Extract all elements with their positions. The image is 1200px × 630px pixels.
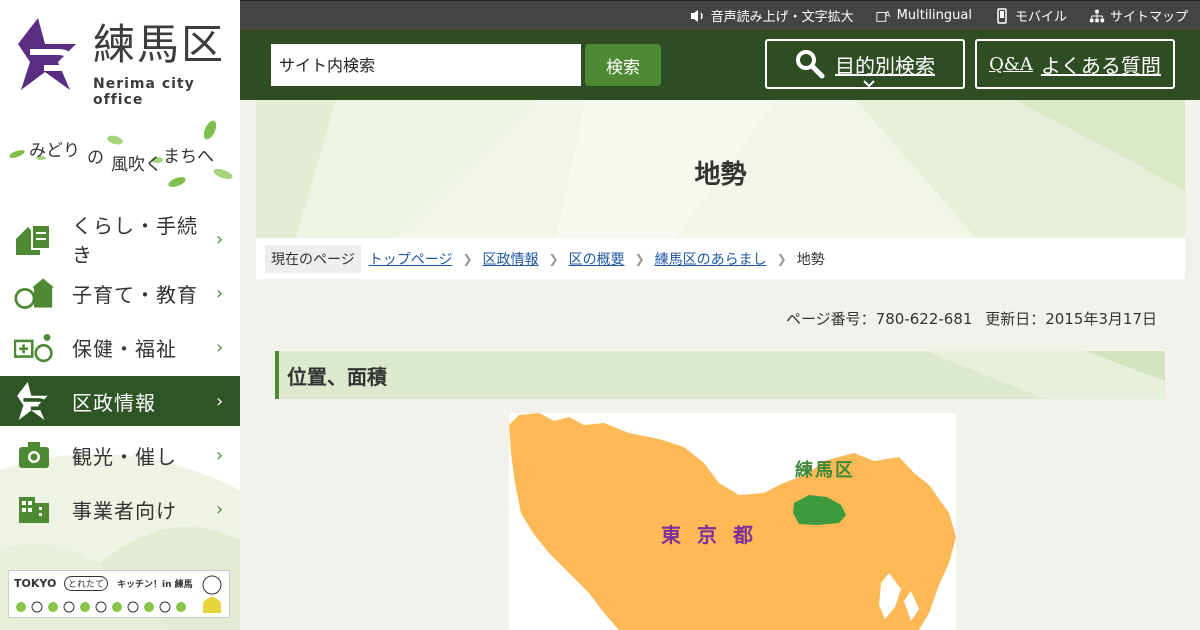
tagline-part-4: まちへ — [163, 147, 214, 167]
house-form-icon — [14, 219, 54, 259]
section-heading-text: 位置、面積 — [287, 364, 387, 389]
purpose-search-label: 目的別検索 — [835, 53, 935, 78]
utility-bar: 音声読み上げ・文字拡大 A Multilingual モバイル サイトマップ — [240, 0, 1200, 30]
faq-button[interactable]: Q&A よくある質問 — [975, 39, 1175, 89]
camera-icon — [14, 435, 54, 475]
chevron-right-icon: ❯ — [776, 251, 787, 266]
main-content: 地勢 現在のページ トップページ ❯ 区政情報 ❯ 区の概要 ❯ 練馬区のあらま… — [256, 100, 1185, 630]
sitemap-link[interactable]: サイトマップ — [1089, 6, 1188, 25]
tagline-part-1: みどり — [29, 141, 80, 161]
util-label: Multilingual — [896, 8, 972, 23]
multilingual-link[interactable]: A Multilingual — [876, 8, 972, 24]
sidebar-item-label: 保健・福祉 — [72, 336, 177, 361]
chevron-right-icon: › — [216, 228, 224, 250]
map-label-nerima: 練馬区 — [795, 460, 855, 481]
sidebar: 練馬区 Nerima city office みどり の 風吹く まちへ くらし… — [0, 0, 240, 630]
tagline-part-2: の — [87, 148, 104, 168]
location-map: 練馬区 東京都 — [509, 413, 956, 630]
chevron-right-icon: › — [216, 282, 224, 304]
health-welfare-icon — [14, 327, 54, 367]
chevron-right-icon: ❯ — [462, 251, 473, 266]
sidebar-item-label: 子育て・教育 — [72, 282, 198, 307]
page-title: 地勢 — [694, 160, 747, 190]
sitemap-icon — [1089, 8, 1105, 24]
page-number: ページ番号：780-622-681 — [785, 310, 973, 328]
site-logo[interactable]: 練馬区 Nerima city office — [18, 18, 228, 108]
nerima-emblem-icon — [18, 18, 76, 90]
mascot-illustration — [202, 575, 222, 613]
child-school-icon — [14, 273, 54, 313]
chevron-right-icon: › — [216, 390, 224, 412]
purpose-search-button[interactable]: 目的別検索 — [765, 39, 965, 89]
mobile-link[interactable]: モバイル — [994, 6, 1067, 25]
sidebar-item-health[interactable]: 保健・福祉 › — [0, 322, 240, 372]
sidebar-item-living[interactable]: くらし・手続き › — [0, 214, 240, 267]
chevron-right-icon: ❯ — [548, 251, 559, 266]
updated-date: 更新日：2015年3月17日 — [985, 310, 1157, 328]
faq-prefix: Q&A — [989, 53, 1033, 75]
logo-subtitle: Nerima city office — [93, 76, 195, 108]
breadcrumb: 現在のページ トップページ ❯ 区政情報 ❯ 区の概要 ❯ 練馬区のあらまし ❯… — [256, 238, 1185, 279]
translate-icon: A — [876, 8, 892, 24]
sidebar-item-government[interactable]: 区政情報 › — [0, 376, 240, 426]
search-icon — [795, 49, 825, 79]
page-meta: ページ番号：780-622-681 更新日：2015年3月17日 — [778, 308, 1157, 329]
breadcrumb-label: 現在のページ — [265, 244, 361, 273]
section-heading: 位置、面積 — [275, 351, 1165, 399]
util-label: 音声読み上げ・文字拡大 — [710, 10, 854, 25]
mobile-icon — [994, 7, 1010, 24]
banner-text-a: TOKYO — [14, 577, 57, 590]
page-hero: 地勢 — [256, 100, 1185, 238]
chevron-right-icon: ❯ — [634, 251, 645, 266]
search-button[interactable]: 検索 — [585, 44, 661, 86]
breadcrumb-link-top[interactable]: トップページ — [369, 249, 453, 269]
breadcrumb-current: 地勢 — [796, 251, 825, 268]
building-icon — [14, 489, 54, 529]
chevron-right-icon: › — [216, 498, 224, 520]
tagline-part-3: 風吹く — [111, 155, 162, 175]
logo-name: 練馬区 — [93, 20, 226, 69]
nerima-emblem-icon — [14, 381, 54, 421]
tokyo-kitchen-banner[interactable]: TOKYO とれたて キッチン！in 練馬 — [8, 570, 230, 618]
chevron-right-icon: › — [216, 444, 224, 466]
banner-text-c: キッチン！in 練馬 — [117, 580, 193, 590]
heading-decoration — [925, 351, 1165, 399]
util-label: モバイル — [1014, 10, 1067, 25]
tagline: みどり の 風吹く まちへ — [5, 118, 235, 193]
map-label-tokyo: 東京都 — [661, 523, 769, 547]
search-input[interactable] — [271, 44, 581, 86]
breadcrumb-link-outline[interactable]: 練馬区のあらまし — [655, 249, 767, 269]
breadcrumb-link-overview[interactable]: 区の概要 — [569, 249, 625, 269]
vegetables-illustration — [16, 601, 186, 613]
speech-zoom-link[interactable]: 音声読み上げ・文字拡大 — [690, 6, 854, 25]
sidebar-item-label: くらし・手続き — [72, 214, 198, 267]
chevron-down-icon — [863, 69, 875, 93]
sidebar-item-label: 観光・催し — [72, 444, 177, 469]
sidebar-item-label: 区政情報 — [72, 390, 156, 415]
chevron-right-icon: › — [216, 336, 224, 358]
util-label: サイトマップ — [1109, 10, 1188, 25]
main-header: 検索 目的別検索 Q&A よくある質問 — [240, 30, 1200, 100]
faq-label: よくある質問 — [1040, 53, 1161, 78]
svg-text:A: A — [885, 9, 891, 18]
sidebar-item-business[interactable]: 事業者向け › — [0, 484, 240, 534]
breadcrumb-link-government[interactable]: 区政情報 — [483, 249, 539, 269]
banner-text-b: とれたて — [64, 576, 109, 591]
sidebar-item-label: 事業者向け — [72, 498, 177, 523]
sidebar-item-childcare[interactable]: 子育て・教育 › — [0, 268, 240, 318]
speaker-icon — [690, 8, 706, 24]
sidebar-item-tourism[interactable]: 観光・催し › — [0, 430, 240, 480]
